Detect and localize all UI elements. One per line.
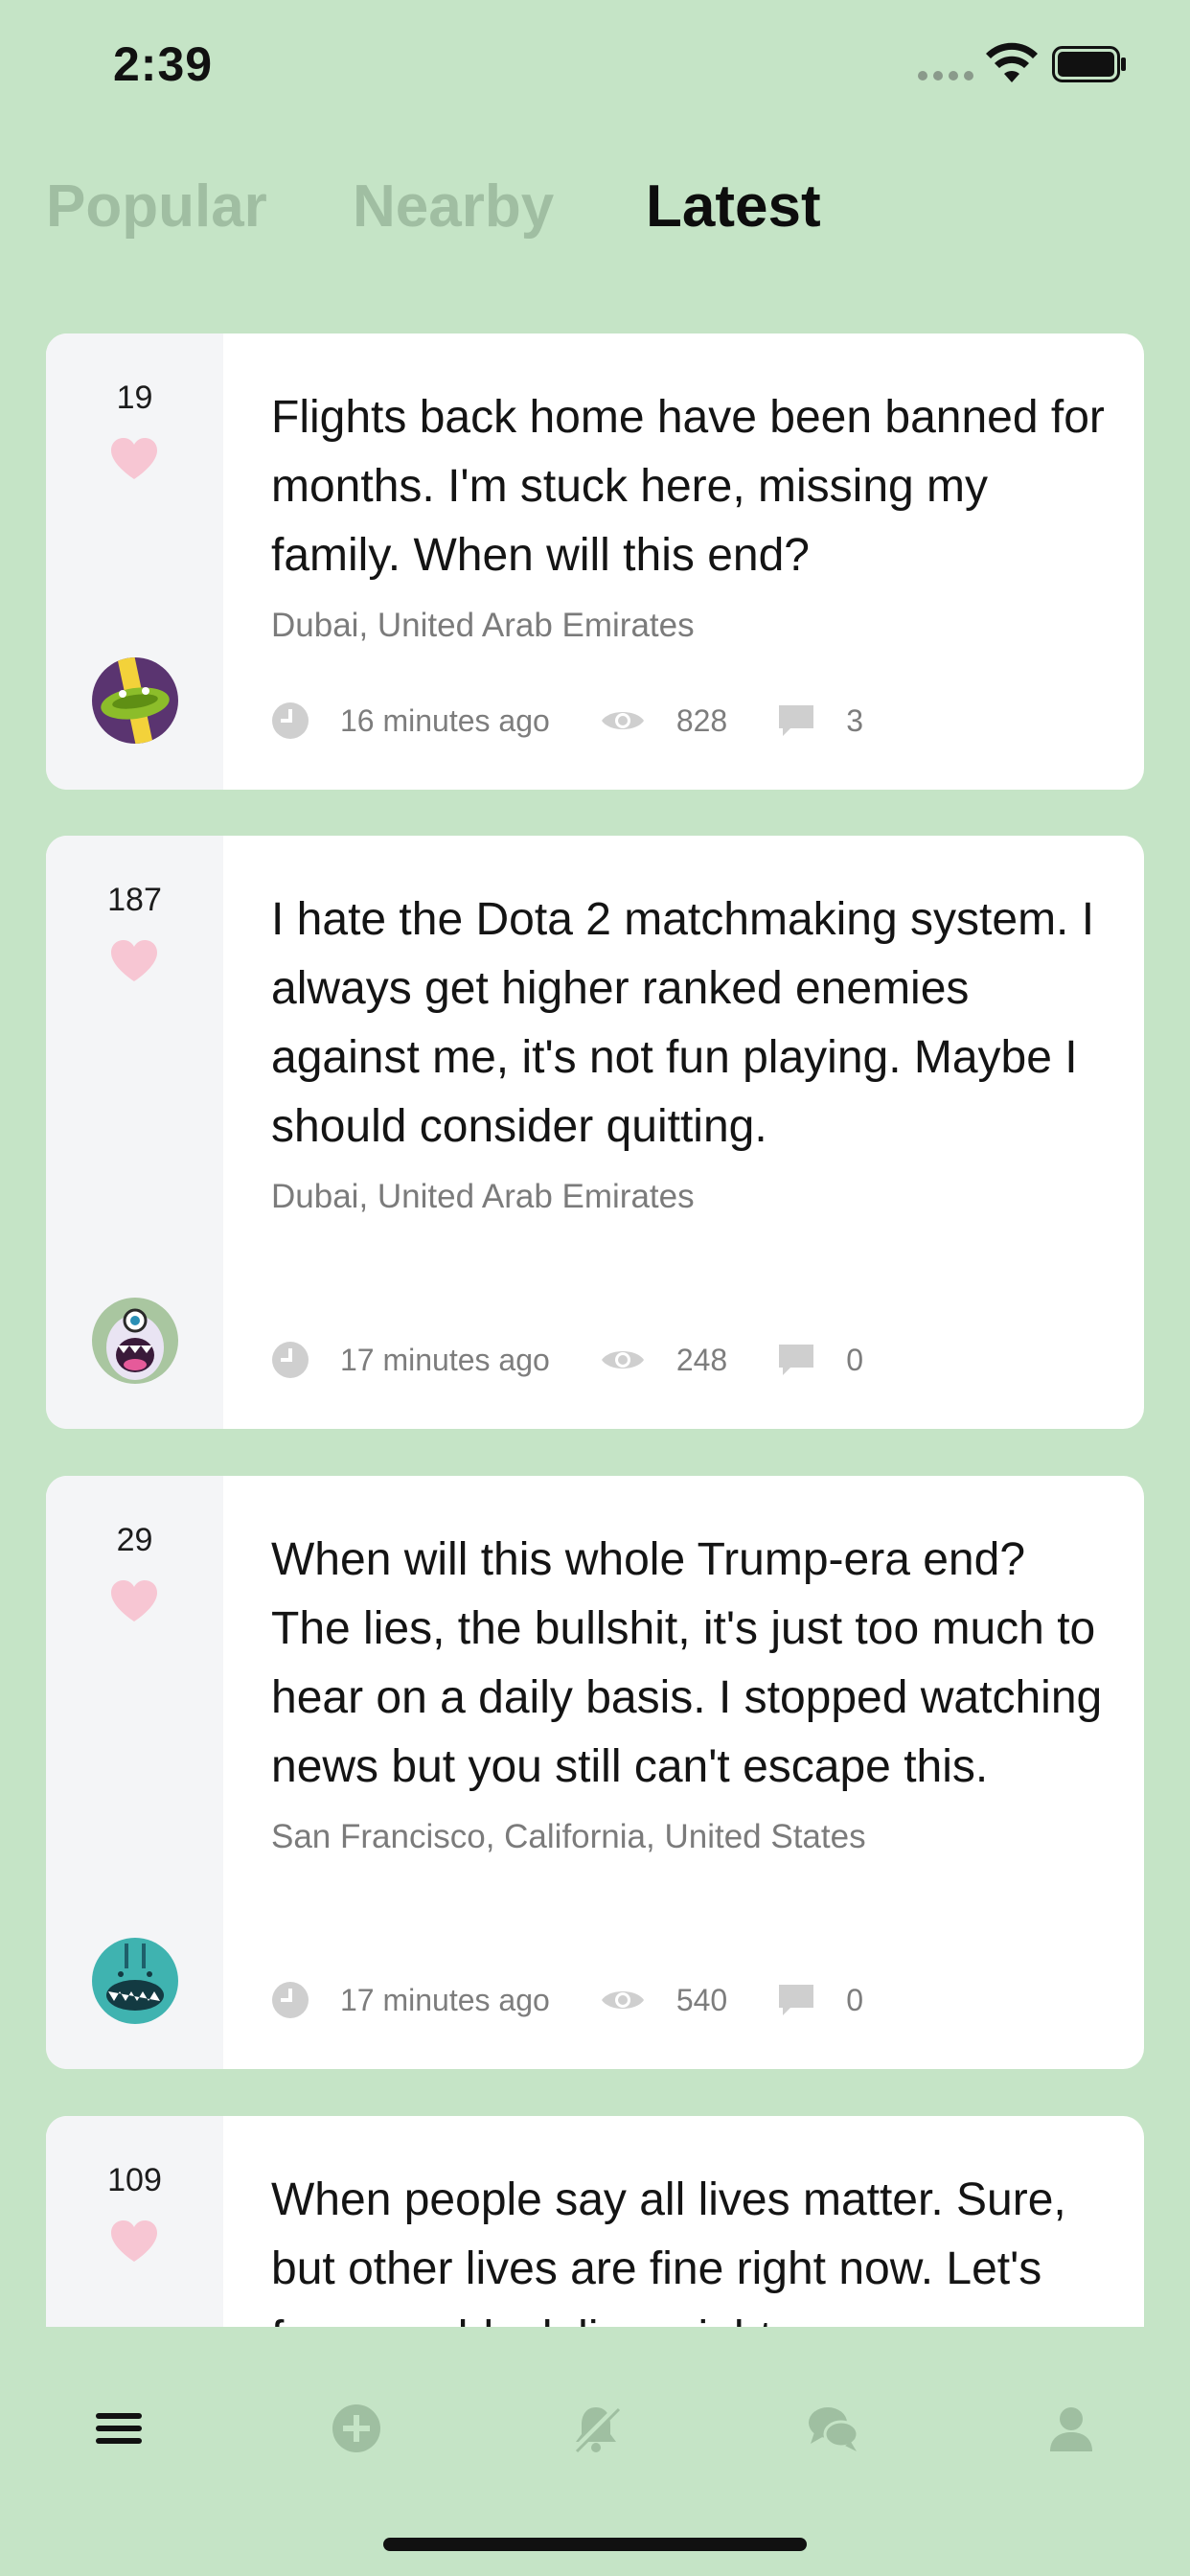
post-text[interactable]: Flights back home have been banned for m… (271, 383, 1106, 590)
heart-icon[interactable] (109, 1579, 159, 1623)
wifi-icon (986, 42, 1038, 82)
post-time: 17 minutes ago (340, 1982, 550, 2017)
comment-count: 3 (846, 702, 863, 738)
post-time: 17 minutes ago (340, 1342, 550, 1377)
heart-icon[interactable] (109, 2220, 159, 2264)
post-text[interactable]: When people say all lives matter. Sure, … (271, 2166, 1106, 2327)
bottom-tab-bar (0, 2327, 1190, 2576)
notifications-off-icon[interactable] (567, 2400, 625, 2457)
post-feed[interactable]: 19 Flights back home have been banned fo… (46, 334, 1144, 2327)
tab-popular[interactable]: Popular (46, 172, 267, 241)
view-count: 540 (675, 1982, 728, 2017)
clock-icon (272, 1342, 309, 1378)
comment-icon[interactable] (777, 1341, 815, 1379)
post-meta: 16 minutes ago 828 3 (271, 697, 863, 745)
profile-icon[interactable] (1042, 2400, 1100, 2457)
status-bar: 2:39 (0, 0, 1190, 134)
cellular-signal-icon (918, 71, 973, 80)
home-indicator[interactable] (383, 2538, 807, 2551)
status-time: 2:39 (113, 37, 214, 91)
teal-monster-avatar[interactable] (92, 1938, 178, 2024)
heart-icon[interactable] (109, 939, 159, 983)
cucumber-avatar[interactable] (92, 657, 178, 744)
post-text[interactable]: When will this whole Trump-era end? The … (271, 1526, 1106, 1802)
view-count: 248 (675, 1342, 728, 1377)
post-card[interactable]: 29 When will this whole Trump-era end? T… (46, 1476, 1144, 2069)
like-count: 109 (107, 2162, 162, 2198)
eye-icon (601, 712, 644, 729)
post-text[interactable]: I hate the Dota 2 matchmaking system. I … (271, 886, 1106, 1162)
comment-icon[interactable] (777, 702, 815, 740)
comment-icon[interactable] (777, 1981, 815, 2019)
comment-count: 0 (846, 1342, 863, 1377)
post-meta: 17 minutes ago 248 0 (271, 1336, 863, 1384)
post-card[interactable]: 19 Flights back home have been banned fo… (46, 334, 1144, 790)
eye-icon (601, 1991, 644, 2009)
battery-icon (1052, 46, 1126, 82)
heart-icon[interactable] (109, 437, 159, 481)
tab-latest[interactable]: Latest (646, 172, 821, 241)
cyclops-monster-avatar[interactable] (92, 1298, 178, 1384)
tab-nearby[interactable]: Nearby (353, 172, 554, 241)
like-count: 19 (116, 380, 153, 416)
menu-icon[interactable] (90, 2400, 148, 2457)
like-count: 29 (116, 1522, 153, 1558)
post-meta: 17 minutes ago 540 0 (271, 1976, 863, 2024)
clock-icon (272, 1982, 309, 2018)
like-count: 187 (107, 882, 162, 918)
post-location: Dubai, United Arab Emirates (271, 1178, 695, 1215)
chat-icon[interactable] (805, 2400, 862, 2457)
comment-count: 0 (846, 1982, 863, 2017)
post-location: Dubai, United Arab Emirates (271, 607, 695, 644)
clock-icon (272, 702, 309, 739)
post-card[interactable]: 187 I hate the Dota 2 matchmaking system… (46, 836, 1144, 1429)
eye-icon (601, 1351, 644, 1368)
post-card[interactable]: 109 When people say all lives matter. Su… (46, 2116, 1144, 2327)
post-time: 16 minutes ago (340, 702, 550, 738)
add-post-icon[interactable] (328, 2400, 385, 2457)
post-location: San Francisco, California, United States (271, 1818, 866, 1855)
view-count: 828 (675, 702, 728, 738)
